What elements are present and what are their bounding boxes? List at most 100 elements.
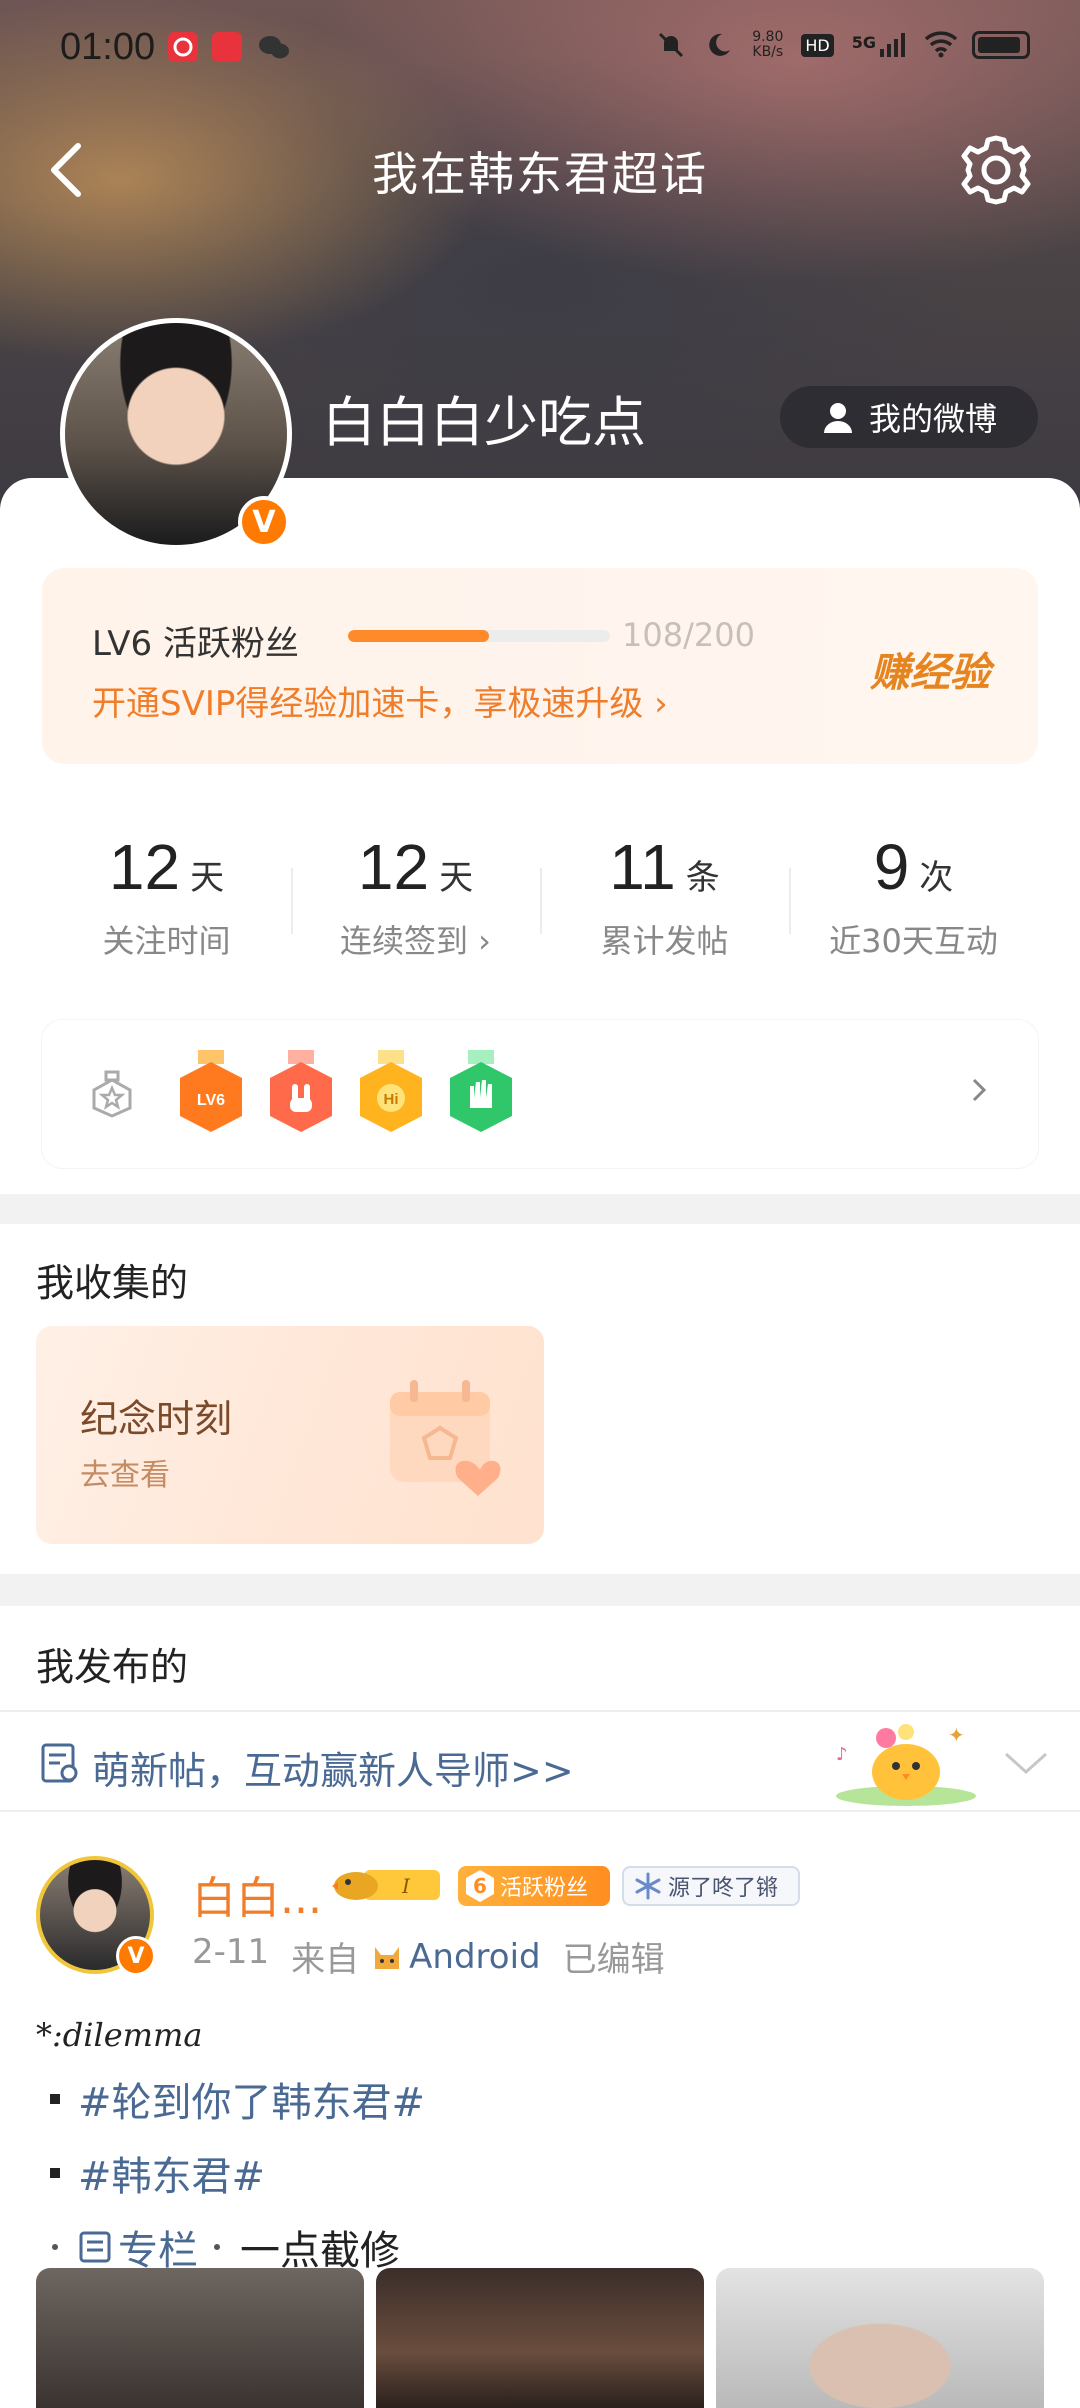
topic-tag-label: 源了咚了锵 bbox=[668, 1876, 779, 1901]
svg-text:♪: ♪ bbox=[836, 1744, 848, 1765]
post-handle: *:dilemma bbox=[36, 2016, 203, 2054]
hd-icon: HD bbox=[801, 33, 834, 57]
post-image[interactable] bbox=[36, 2268, 364, 2408]
newbie-promo-banner[interactable]: 萌新帖，互动赢新人导师>> ✦ ♪ bbox=[0, 1710, 1080, 1812]
post-image[interactable] bbox=[716, 2268, 1044, 2408]
fans-level-tag: 6 活跃粉丝 bbox=[458, 1866, 610, 1906]
published-title: 我发布的 bbox=[36, 1645, 189, 1689]
net-speed-value: 9.80 bbox=[752, 29, 784, 45]
post-verified-badge: V bbox=[116, 1936, 156, 1976]
stat-label: 关注时间 bbox=[102, 922, 231, 960]
stat-unit: 次 bbox=[919, 858, 954, 898]
page-title: 我在韩东君超话 bbox=[372, 147, 708, 201]
memory-card-title: 纪念时刻 bbox=[80, 1397, 233, 1441]
post-author-name[interactable]: 白白... bbox=[192, 1862, 322, 1926]
medal-rock-hand-icon bbox=[270, 1050, 332, 1132]
netease-music-icon bbox=[168, 32, 198, 62]
my-weibo-button[interactable]: 我的微博 bbox=[780, 386, 1038, 448]
level-panel[interactable]: LV6 活跃粉丝 108/200 开通SVIP得经验加速卡，享极速升级 › 赚经… bbox=[42, 568, 1038, 764]
fans-level-label: 活跃粉丝 bbox=[500, 1876, 589, 1901]
stat-value: 11 bbox=[609, 831, 676, 903]
chevron-down-icon[interactable] bbox=[1002, 1748, 1050, 1778]
promo-text: 萌新帖，互动赢新人导师>> bbox=[92, 1749, 574, 1793]
my-weibo-label: 我的微博 bbox=[868, 400, 997, 438]
cat-icon bbox=[375, 1946, 400, 1969]
post-meta: 2-11 来自 Android 已编辑 bbox=[192, 1932, 665, 1981]
post-image-grid bbox=[36, 2268, 1044, 2408]
post-source: Android bbox=[369, 1932, 541, 1981]
post-source-label: Android bbox=[409, 1936, 541, 1977]
bullet-dot bbox=[214, 2244, 220, 2250]
stat-label: 累计发帖 bbox=[600, 922, 729, 960]
stat-unit: 天 bbox=[190, 858, 225, 898]
snowflake-icon bbox=[635, 1872, 661, 1900]
stat-label: 近30天互动 bbox=[829, 922, 998, 960]
calendar-heart-icon bbox=[390, 1380, 501, 1496]
status-icons: 9.80 KB/s HD 5G bbox=[656, 30, 1030, 60]
hashtag-link[interactable]: #韩东君# bbox=[78, 2144, 265, 2202]
stat-interactions: 9次 近30天互动 bbox=[789, 800, 1038, 996]
post-line: #韩东君# bbox=[36, 2144, 1036, 2202]
bullet-square bbox=[50, 2094, 60, 2104]
wifi-icon bbox=[924, 30, 958, 60]
svg-text:✦: ✦ bbox=[948, 1723, 965, 1747]
stats-row: 12 天 关注时间 12 天 连续签到 › 11 条 累计发帖 9次 近30天互动 bbox=[42, 800, 1038, 996]
level-label: LV6 活跃粉丝 bbox=[92, 624, 299, 664]
svip-link[interactable]: 开通SVIP得经验加速卡，享极速升级 › bbox=[92, 676, 668, 725]
badges-row[interactable]: LV6 Hi bbox=[42, 1020, 1038, 1168]
post-line: #轮到你了韩东君# bbox=[36, 2070, 1036, 2128]
bird-tag-icon: I bbox=[332, 1870, 440, 1900]
bullet-square bbox=[50, 2168, 60, 2178]
post-date: 2-11 bbox=[192, 1932, 270, 1972]
wechat-icon bbox=[258, 34, 290, 66]
moon-icon bbox=[704, 30, 734, 60]
earn-exp-button[interactable]: 赚经验 bbox=[870, 640, 990, 698]
level-progress-fill bbox=[348, 630, 490, 642]
stat-posts: 11 条 累计发帖 bbox=[540, 800, 789, 996]
battery-icon bbox=[972, 31, 1030, 59]
column-icon bbox=[79, 2231, 111, 2263]
chick-mascot-icon: ✦ ♪ bbox=[836, 1723, 976, 1806]
topic-tag[interactable]: 源了咚了锵 bbox=[622, 1866, 800, 1906]
gear-icon bbox=[961, 135, 1031, 205]
mute-bell-icon bbox=[656, 30, 686, 60]
memory-moments-card[interactable]: 纪念时刻 去查看 bbox=[36, 1326, 544, 1544]
post-edited: 已编辑 bbox=[562, 1940, 665, 1980]
post-note-icon bbox=[41, 1743, 78, 1783]
stat-unit: 条 bbox=[685, 858, 720, 898]
net-speed: 9.80 KB/s bbox=[752, 30, 783, 60]
medal-lv6-icon: LV6 bbox=[180, 1050, 242, 1132]
verified-badge: V bbox=[238, 496, 290, 548]
red-app-icon bbox=[212, 32, 242, 62]
level-progress-bar bbox=[348, 630, 610, 642]
nav-bar: 我在韩东君超话 bbox=[0, 120, 1080, 220]
stat-unit: 天 bbox=[439, 858, 474, 898]
medal-hi-icon: Hi bbox=[360, 1050, 422, 1132]
level-progress-text: 108/200 bbox=[622, 616, 755, 654]
stat-value: 12 bbox=[357, 831, 430, 903]
status-bar: 01:00 9.80 KB/s HD 5G bbox=[0, 0, 1080, 96]
post-source-prefix: 来自 bbox=[291, 1940, 360, 1980]
stat-value: 9 bbox=[873, 831, 910, 903]
hashtag-link[interactable]: #轮到你了韩东君# bbox=[78, 2070, 425, 2128]
status-time: 01:00 bbox=[60, 26, 156, 68]
collected-title: 我收集的 bbox=[36, 1261, 189, 1305]
username: 白白白少吃点 bbox=[322, 391, 646, 454]
bullet-dot bbox=[52, 2244, 58, 2250]
post-body: *:dilemma #轮到你了韩东君# #韩东君# 专栏 一点截修 bbox=[36, 2016, 1036, 2276]
badge-wall-icon bbox=[92, 1070, 132, 1118]
stat-value: 12 bbox=[108, 831, 181, 903]
stat-checkin[interactable]: 12 天 连续签到 › bbox=[291, 800, 540, 996]
network-type: 5G bbox=[851, 33, 876, 52]
memory-card-action: 去查看 bbox=[80, 1458, 170, 1493]
stat-label: 连续签到 › bbox=[340, 922, 491, 960]
chevron-right-icon bbox=[972, 1078, 987, 1102]
svg-text:Hi: Hi bbox=[384, 1091, 399, 1108]
stat-follow-time: 12 天 关注时间 bbox=[42, 800, 291, 996]
net-speed-unit: KB/s bbox=[752, 44, 784, 60]
settings-button[interactable] bbox=[956, 130, 1036, 210]
medal-wave-hand-icon bbox=[450, 1050, 512, 1132]
post-image[interactable] bbox=[376, 2268, 704, 2408]
svg-text:LV6: LV6 bbox=[197, 1092, 225, 1109]
svg-text:I: I bbox=[401, 1874, 411, 1898]
